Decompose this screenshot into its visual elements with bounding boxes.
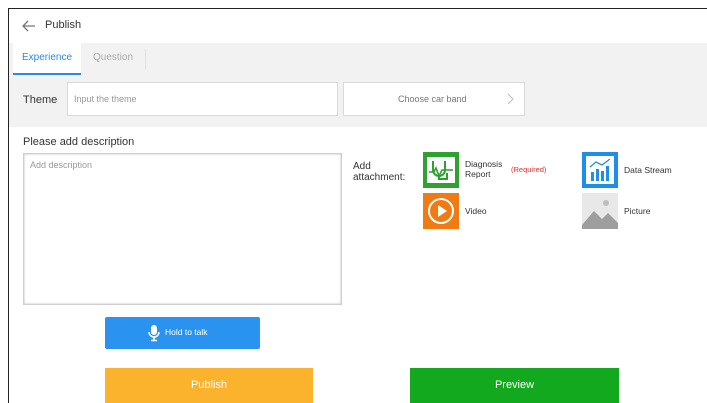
chevron-right-icon bbox=[507, 93, 514, 105]
data-stream-attachment[interactable]: Data Stream bbox=[582, 152, 692, 190]
video-attachment[interactable]: Video bbox=[423, 193, 523, 231]
data-stream-icon bbox=[582, 152, 618, 188]
publish-screen: Publish Experience Question Theme Choose… bbox=[8, 8, 707, 403]
picture-icon bbox=[582, 193, 618, 229]
preview-button[interactable]: Preview bbox=[410, 368, 619, 403]
hold-to-talk-button[interactable]: Hold to talk bbox=[105, 317, 260, 349]
description-title: Please add description bbox=[23, 136, 135, 148]
tab-divider bbox=[145, 49, 146, 69]
video-label: Video bbox=[465, 206, 487, 216]
data-stream-label: Data Stream bbox=[624, 165, 672, 175]
video-icon bbox=[423, 193, 459, 229]
tab-question[interactable]: Question bbox=[81, 43, 145, 75]
publish-button[interactable]: Publish bbox=[105, 368, 313, 403]
tab-bar: Experience Question bbox=[9, 43, 707, 75]
page-title: Publish bbox=[45, 19, 82, 31]
back-arrow-icon[interactable] bbox=[21, 18, 37, 34]
theme-row: Theme Choose car band bbox=[9, 75, 707, 127]
diagnosis-label-line2: Report bbox=[465, 169, 491, 179]
microphone-icon bbox=[148, 325, 160, 342]
theme-label: Theme bbox=[23, 94, 58, 106]
car-band-label: Choose car band bbox=[398, 94, 467, 104]
header-bar: Publish bbox=[9, 9, 707, 43]
tab-experience[interactable]: Experience bbox=[13, 43, 81, 75]
required-badge: (Required) bbox=[511, 165, 547, 174]
add-attachment-label: Add attachment: bbox=[353, 161, 406, 183]
picture-label: Picture bbox=[624, 206, 651, 216]
hold-to-talk-label: Hold to talk bbox=[165, 327, 208, 337]
diagnosis-report-attachment[interactable]: Diagnosis Report (Required) bbox=[423, 152, 573, 190]
diagnosis-label-line1: Diagnosis bbox=[465, 159, 503, 169]
description-textarea[interactable] bbox=[23, 153, 342, 305]
picture-attachment[interactable]: Picture bbox=[582, 193, 682, 231]
theme-input[interactable] bbox=[67, 82, 338, 116]
diagnosis-icon bbox=[423, 152, 459, 188]
choose-car-band-button[interactable]: Choose car band bbox=[343, 82, 525, 116]
